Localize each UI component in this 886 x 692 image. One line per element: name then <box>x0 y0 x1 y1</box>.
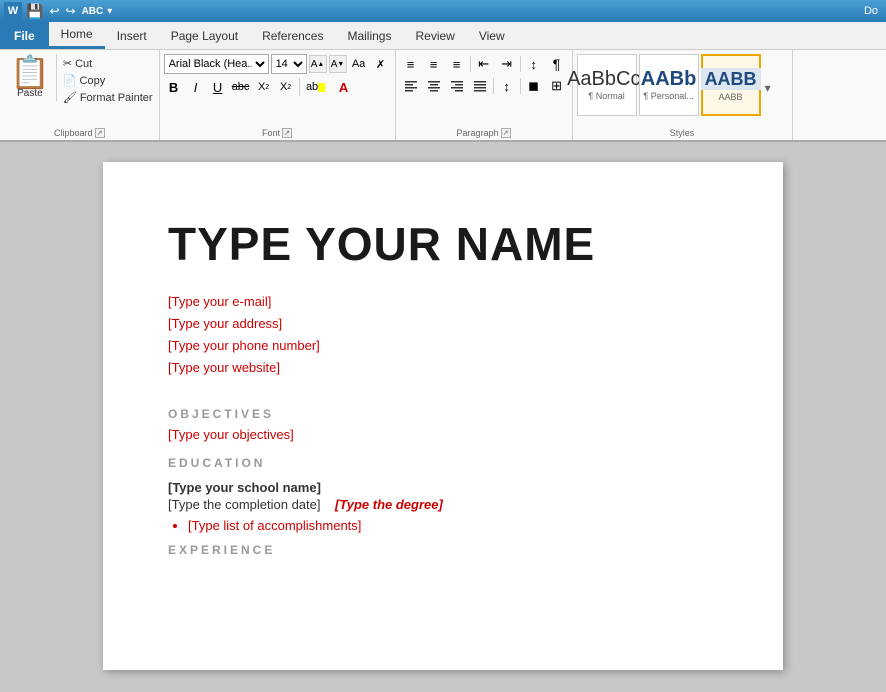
bullets-btn[interactable]: ≡ <box>400 54 422 74</box>
cut-icon: ✂ <box>63 57 72 70</box>
quick-access-toolbar: W 💾 ↩ ↪ ABC ▾ <box>0 2 116 20</box>
tab-mailings[interactable]: Mailings <box>335 22 403 49</box>
redo-quick-btn[interactable]: ↪ <box>64 4 78 18</box>
document-contact[interactable]: [Type your e-mail] [Type your address] [… <box>168 291 718 379</box>
styles-group-label: Styles <box>573 128 792 138</box>
paragraph-group-label: Paragraph ↗ <box>396 128 572 138</box>
font-family-selector[interactable]: Arial Black (Hea... <box>164 54 269 74</box>
tab-home[interactable]: Home <box>49 22 105 49</box>
align-center-btn[interactable] <box>423 76 445 96</box>
change-case-btn[interactable]: Aa <box>349 55 369 73</box>
shading-btn[interactable]: ◼ <box>523 76 545 96</box>
format-painter-button[interactable]: 🖌 Format Painter <box>61 90 155 105</box>
strikethrough-btn[interactable]: abc <box>230 77 252 97</box>
experience-title: EXPERIENCE <box>168 543 718 557</box>
copy-icon: 📄 <box>63 74 77 87</box>
document-page: TYPE YOUR NAME [Type your e-mail] [Type … <box>103 162 783 670</box>
sort-btn[interactable]: ↕ <box>523 54 545 74</box>
increase-indent-btn[interactable]: ⇥ <box>496 54 518 74</box>
font-dialog-launcher[interactable]: ↗ <box>282 128 292 138</box>
paste-label: Paste <box>17 88 43 99</box>
style-section-label: AABB <box>719 92 743 102</box>
text-highlight-btn[interactable]: ab▬ <box>303 77 329 97</box>
clear-formatting-btn[interactable]: ✗ <box>371 55 391 73</box>
education-accomplishments[interactable]: [Type list of accomplishments] <box>188 518 718 533</box>
align-right-btn[interactable] <box>446 76 468 96</box>
education-degree: [Type the degree] <box>335 497 443 512</box>
borders-btn[interactable]: ⊞ <box>546 76 568 96</box>
superscript-btn[interactable]: X2 <box>276 77 296 97</box>
save-quick-btn[interactable]: 💾 <box>24 3 45 20</box>
tab-view[interactable]: View <box>467 22 517 49</box>
font-size-increase-btn[interactable]: A▲ <box>309 55 327 73</box>
tab-references[interactable]: References <box>250 22 335 49</box>
styles-scroll-arrow[interactable]: ▾ <box>763 54 773 122</box>
cut-button[interactable]: ✂ Cut <box>61 56 155 71</box>
format-painter-label: Format Painter <box>80 92 153 104</box>
style-heading1-label: ¶ Personal... <box>643 91 693 101</box>
spelling-quick-btn[interactable]: ABC <box>80 6 106 17</box>
file-tab[interactable]: File <box>0 22 49 49</box>
title-bar-text: Do <box>116 5 886 17</box>
education-date-row[interactable]: [Type the completion date] [Type the deg… <box>168 497 718 512</box>
format-painter-icon: 🖌 <box>63 91 77 104</box>
education-date: [Type the completion date] <box>168 497 320 512</box>
tab-page-layout[interactable]: Page Layout <box>159 22 250 49</box>
clipboard-dialog-launcher[interactable]: ↗ <box>95 128 105 138</box>
style-normal-label: ¶ Normal <box>588 91 624 101</box>
clipboard-group-label: Clipboard ↗ <box>0 128 159 138</box>
style-heading1[interactable]: AABb ¶ Personal... <box>639 54 699 116</box>
style-section-preview: AABB <box>701 68 761 90</box>
cut-label: Cut <box>75 58 92 70</box>
education-title: EDUCATION <box>168 456 718 470</box>
align-left-btn[interactable] <box>400 76 422 96</box>
word-logo: W <box>4 2 22 20</box>
paste-icon: 📋 <box>10 56 50 88</box>
undo-quick-btn[interactable]: ↩ <box>47 4 61 18</box>
style-normal-preview: AaBbCcI <box>567 69 646 89</box>
show-marks-btn[interactable]: ¶ <box>546 54 568 74</box>
contact-line-2: [Type your address] <box>168 313 718 335</box>
justify-btn[interactable] <box>469 76 491 96</box>
copy-label: Copy <box>80 75 106 87</box>
document-name[interactable]: TYPE YOUR NAME <box>168 217 718 271</box>
objectives-title: OBJECTIVES <box>168 407 718 421</box>
font-size-decrease-btn[interactable]: A▼ <box>329 55 347 73</box>
font-color-btn[interactable]: A <box>331 77 357 97</box>
tab-review[interactable]: Review <box>403 22 466 49</box>
objectives-body[interactable]: [Type your objectives] <box>168 427 718 442</box>
numbering-btn[interactable]: ≡ <box>423 54 445 74</box>
subscript-btn[interactable]: X2 <box>254 77 274 97</box>
font-group: Arial Black (Hea... 14 A▲ A▼ Aa ✗ B I U … <box>160 50 396 140</box>
paragraph-dialog-launcher[interactable]: ↗ <box>501 128 511 138</box>
style-section[interactable]: AABB AABB <box>701 54 761 116</box>
underline-btn[interactable]: U <box>208 77 228 97</box>
bold-btn[interactable]: B <box>164 77 184 97</box>
paragraph-group: ≡ ≡ ≡ ⇤ ⇥ ↕ ¶ ↕ ◼ <box>396 50 573 140</box>
paste-button[interactable]: 📋 Paste <box>4 54 57 101</box>
multilevel-list-btn[interactable]: ≡ <box>446 54 468 74</box>
contact-line-1: [Type your e-mail] <box>168 291 718 313</box>
clipboard-group: 📋 Paste ✂ Cut 📄 Copy 🖌 Format Painter Cl… <box>0 50 160 140</box>
style-normal[interactable]: AaBbCcI ¶ Normal <box>577 54 637 116</box>
copy-button[interactable]: 📄 Copy <box>61 73 155 88</box>
education-school[interactable]: [Type your school name] <box>168 480 718 495</box>
decrease-indent-btn[interactable]: ⇤ <box>473 54 495 74</box>
contact-line-3: [Type your phone number] <box>168 335 718 357</box>
line-spacing-btn[interactable]: ↕ <box>496 76 518 96</box>
contact-line-4: [Type your website] <box>168 357 718 379</box>
document-area: TYPE YOUR NAME [Type your e-mail] [Type … <box>0 142 886 690</box>
style-heading1-preview: AABb <box>641 69 697 89</box>
quick-access-dropdown[interactable]: ▾ <box>107 6 112 17</box>
font-group-label: Font ↗ <box>160 128 395 138</box>
font-size-selector[interactable]: 14 <box>271 54 307 74</box>
tab-insert[interactable]: Insert <box>105 22 159 49</box>
italic-btn[interactable]: I <box>186 77 206 97</box>
styles-group: AaBbCcI ¶ Normal AABb ¶ Personal... AABB… <box>573 50 793 140</box>
